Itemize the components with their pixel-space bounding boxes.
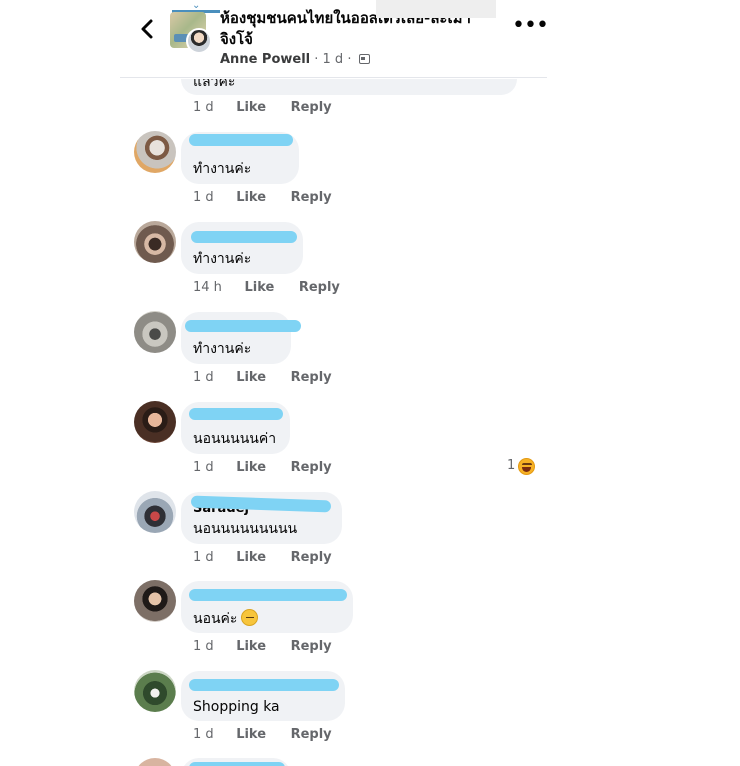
comment-text-content: นอนค่ะ — [193, 611, 238, 627]
commenter-avatar[interactable] — [134, 491, 176, 533]
reply-button[interactable]: Reply — [291, 639, 332, 654]
laughing-emoji-icon[interactable] — [518, 458, 535, 475]
comment-text: ทำงานค่ะ — [193, 161, 252, 177]
chevron-left-icon[interactable] — [136, 16, 158, 42]
comment-actions: 1 d Like Reply — [193, 370, 352, 385]
comment-bubble: Wandee ทำงานค่ะ — [181, 222, 303, 274]
author-name[interactable]: Anne Powell — [220, 52, 310, 67]
comment-time: 1 d — [193, 190, 214, 205]
reply-button[interactable]: Reply — [291, 190, 332, 205]
comment-bubble: นอนค่ะ — [181, 581, 353, 633]
comment-time: 1 d — [193, 727, 214, 742]
like-button[interactable]: Like — [236, 727, 266, 742]
like-button[interactable]: Like — [236, 639, 266, 654]
comment-text: Shopping ka — [193, 699, 280, 715]
name-redaction — [189, 134, 293, 146]
comment-actions: 1 d Like Reply — [193, 100, 352, 115]
comment-text: นอนนนนนนนนน — [193, 521, 298, 537]
group-avatar[interactable] — [170, 12, 214, 54]
reply-button[interactable]: Reply — [299, 280, 340, 295]
comment-actions: 1 d Like Reply — [193, 550, 352, 565]
reaction-count[interactable]: 1 — [507, 458, 515, 473]
name-redaction — [189, 589, 347, 601]
comment-bubble: แล้วค่ะ — [181, 79, 517, 95]
title-redaction — [376, 0, 496, 18]
comment-bubble: Shopping ka — [181, 671, 345, 721]
group-privacy-icon — [358, 54, 370, 64]
more-horizontal-icon[interactable]: ••• — [512, 15, 549, 37]
comment-bubble: Saradej นอนนนนนนนนน — [181, 492, 342, 544]
comment-text: แล้วค่ะ — [193, 79, 236, 90]
comment-actions: 1 d Like Reply — [193, 727, 352, 742]
like-button[interactable]: Like — [244, 280, 274, 295]
name-redaction — [189, 408, 283, 420]
comment-text: ทำงานค่ะ — [193, 251, 252, 267]
commenter-avatar[interactable] — [134, 221, 176, 263]
comment-time: 14 h — [193, 280, 222, 295]
comment-bubble: ทำงานค่ะ — [181, 132, 299, 184]
comment-text: ทำงานค่ะ — [193, 341, 252, 357]
name-redaction — [189, 762, 285, 766]
comment-time: 1 d — [193, 639, 214, 654]
comment-actions: 1 d Like Reply — [193, 460, 352, 475]
author-avatar — [186, 28, 212, 54]
like-button[interactable]: Like — [236, 550, 266, 565]
commenter-avatar[interactable] — [134, 580, 176, 622]
sleepy-face-emoji-icon — [241, 609, 259, 626]
like-button[interactable]: Like — [236, 460, 266, 475]
reply-button[interactable]: Reply — [291, 550, 332, 565]
comment-bubble — [181, 758, 291, 766]
comment-actions: 1 d Like Reply — [193, 639, 352, 654]
commenter-avatar[interactable] — [134, 758, 176, 766]
post-header: ⌄ ห้องชุมชนคนไทยในออสเตรเลีย-ละเม้า จิงโ… — [120, 0, 549, 78]
comment-time: 1 d — [193, 370, 214, 385]
commenter-avatar[interactable] — [134, 401, 176, 443]
commenter-avatar[interactable] — [134, 131, 176, 173]
comment-time: 1 d — [193, 100, 214, 115]
name-redaction — [189, 679, 339, 691]
reply-button[interactable]: Reply — [291, 370, 332, 385]
post-subtitle: Anne Powell · 1 d · — [220, 52, 370, 68]
comment-bubble: ทำงานค่ะ — [181, 312, 301, 364]
like-button[interactable]: Like — [236, 100, 266, 115]
comment-text: นอนนนนนค่า — [193, 431, 277, 447]
comment-time: 1 d — [193, 460, 214, 475]
like-button[interactable]: Like — [236, 370, 266, 385]
commenter-avatar[interactable] — [134, 311, 176, 353]
comment-actions: 1 d Like Reply — [193, 190, 352, 205]
reply-button[interactable]: Reply — [291, 100, 332, 115]
name-redaction — [185, 320, 301, 332]
like-button[interactable]: Like — [236, 190, 266, 205]
comment-actions: 14 h Like Reply — [193, 280, 360, 295]
commenter-avatar[interactable] — [134, 670, 176, 712]
chevron-down-icon: ⌄ — [192, 0, 201, 11]
comment-time: 1 d — [193, 550, 214, 565]
comment-text: นอนค่ะ — [193, 609, 259, 628]
reply-button[interactable]: Reply — [291, 460, 332, 475]
post-time: · 1 d · — [314, 52, 352, 67]
comment-bubble: นอนนนนนค่า — [181, 402, 290, 454]
name-redaction — [191, 231, 297, 243]
reply-button[interactable]: Reply — [291, 727, 332, 742]
